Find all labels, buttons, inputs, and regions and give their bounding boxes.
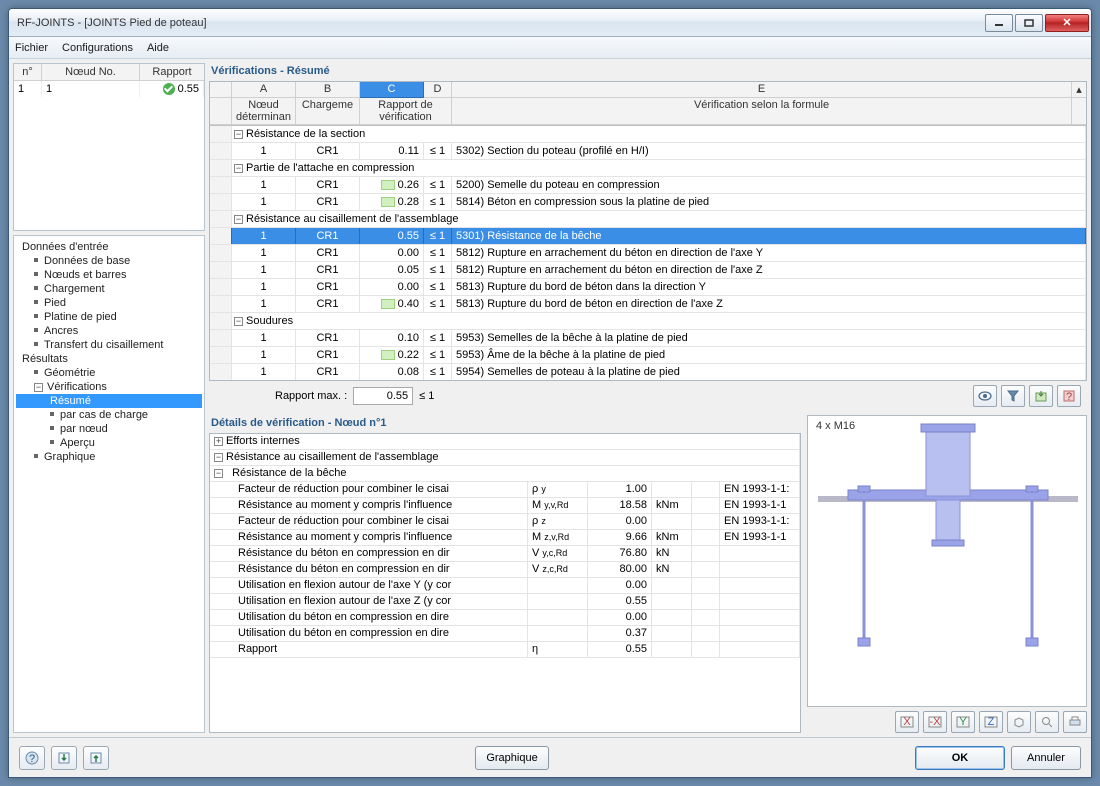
menu-file[interactable]: Fichier	[15, 42, 48, 54]
details-row: Utilisation en flexion autour de l'axe Z…	[210, 594, 800, 610]
export-icon[interactable]	[1029, 385, 1053, 407]
dialog-window: RF-JOINTS - [JOINTS Pied de poteau] ✕ Fi…	[8, 8, 1092, 778]
details-grid[interactable]: +Efforts internes−Résistance au cisaille…	[209, 433, 801, 733]
group-row[interactable]: −Partie de l'attache en compression	[210, 160, 1086, 177]
graph-button[interactable]: Graphique	[475, 746, 548, 770]
tree-input[interactable]: Données d'entrée	[16, 240, 202, 254]
table-row[interactable]: 1CR10.55≤ 15301) Résistance de la bêche	[210, 228, 1086, 245]
maximize-button[interactable]	[1015, 14, 1043, 32]
details-group[interactable]: − Résistance de la bêche	[210, 466, 800, 482]
node-ratio-table[interactable]: n° Nœud No. Rapport 1 1 0.55	[13, 63, 205, 231]
details-row: Résistance du béton en compression en di…	[210, 546, 800, 562]
details-row: Résistance du béton en compression en di…	[210, 562, 800, 578]
ratio-max-label: Rapport max. :	[275, 390, 347, 402]
svg-text:Z: Z	[988, 716, 995, 728]
svg-text:X: X	[903, 716, 911, 728]
group-row[interactable]: −Résistance au cisaillement de l'assembl…	[210, 211, 1086, 228]
table-row[interactable]: 1CR10.05≤ 15812) Rupture en arrachement …	[210, 262, 1086, 279]
table-row[interactable]: 1CR1 0.22≤ 15953) Âme de la bêche à la p…	[210, 347, 1086, 364]
table-row[interactable]: 1CR1 0.40≤ 15813) Rupture du bord de bét…	[210, 296, 1086, 313]
check-icon	[163, 83, 175, 95]
help-button[interactable]: ?	[19, 746, 45, 770]
view-y-icon[interactable]: Y	[951, 711, 975, 733]
table-row[interactable]: 1 1 0.55	[14, 81, 204, 97]
view-iso-icon[interactable]	[1007, 711, 1031, 733]
svg-text:-X: -X	[930, 716, 942, 728]
svg-text:?: ?	[1066, 391, 1072, 402]
table-row[interactable]: 1CR1 0.28≤ 15814) Béton en compression s…	[210, 194, 1086, 211]
export-button[interactable]	[83, 746, 109, 770]
tree-bycase[interactable]: par cas de charge	[16, 408, 202, 422]
table-row[interactable]: 1CR1 0.26≤ 15200) Semelle du poteau en c…	[210, 177, 1086, 194]
tree-results[interactable]: Résultats	[16, 352, 202, 366]
collapse-icon[interactable]: −	[34, 383, 43, 392]
menu-config[interactable]: Configurations	[62, 42, 133, 54]
details-title: Détails de vérification - Nœud n°1	[209, 415, 801, 433]
menu-help[interactable]: Aide	[147, 42, 169, 54]
table-row[interactable]: 1CR10.11≤ 15302) Section du poteau (prof…	[210, 143, 1086, 160]
verifications-title: Vérifications - Résumé	[209, 63, 1087, 81]
table-row[interactable]: 1CR10.00≤ 15812) Rupture en arrachement …	[210, 245, 1086, 262]
preview-label: 4 x M16	[816, 420, 855, 432]
ratio-max-input[interactable]	[353, 387, 413, 405]
tree-foot[interactable]: Pied	[16, 296, 202, 310]
tree-bynode[interactable]: par nœud	[16, 422, 202, 436]
col-ratio: Rapport	[140, 64, 204, 80]
details-row: Facteur de réduction pour combiner le ci…	[210, 482, 800, 498]
eye-icon[interactable]	[973, 385, 997, 407]
view-zoom-icon[interactable]	[1035, 711, 1059, 733]
details-row: Résistance au moment y compris l'influen…	[210, 530, 800, 546]
tree-verif[interactable]: −Vérifications	[16, 380, 202, 394]
tree-resume[interactable]: Résumé	[16, 394, 202, 408]
tree-overview[interactable]: Aperçu	[16, 436, 202, 450]
col-node: Nœud No.	[42, 64, 140, 80]
cancel-button[interactable]: Annuler	[1011, 746, 1081, 770]
tree-plate[interactable]: Platine de pied	[16, 310, 202, 324]
tree-geom[interactable]: Géométrie	[16, 366, 202, 380]
ok-button[interactable]: OK	[915, 746, 1005, 770]
svg-text:?: ?	[29, 753, 35, 765]
table-row[interactable]: 1CR10.00≤ 15813) Rupture du bord de béto…	[210, 279, 1086, 296]
details-row: Utilisation du béton en compression en d…	[210, 626, 800, 642]
close-button[interactable]: ✕	[1045, 14, 1089, 32]
scroll-up-icon[interactable]: ▴	[1072, 82, 1086, 98]
import-button[interactable]	[51, 746, 77, 770]
col-n: n°	[14, 64, 42, 80]
details-row: Utilisation en flexion autour de l'axe Y…	[210, 578, 800, 594]
table-row[interactable]: 1CR10.08≤ 15954) Semelles de poteau à la…	[210, 364, 1086, 380]
footer: ? Graphique OK Annuler	[9, 737, 1091, 777]
tree-anchors[interactable]: Ancres	[16, 324, 202, 338]
navigation-tree[interactable]: Données d'entrée Données de base Nœuds e…	[13, 235, 205, 733]
group-row[interactable]: −Résistance de la section	[210, 126, 1086, 143]
table-row[interactable]: 1CR10.10≤ 15953) Semelles de la bêche à …	[210, 330, 1086, 347]
details-row: Résistance au moment y compris l'influen…	[210, 498, 800, 514]
view-print-icon[interactable]	[1063, 711, 1087, 733]
details-row: Utilisation du béton en compression en d…	[210, 610, 800, 626]
details-group[interactable]: −Résistance au cisaillement de l'assembl…	[210, 450, 800, 466]
svg-text:Y: Y	[959, 716, 967, 728]
tree-nodes[interactable]: Nœuds et barres	[16, 268, 202, 282]
preview-canvas[interactable]: 4 x M16	[807, 415, 1087, 707]
verifications-grid[interactable]: A B C D E ▴ Nœud déterminan Chargeme Rap…	[209, 81, 1087, 381]
tree-graph[interactable]: Graphique	[16, 450, 202, 464]
tree-base[interactable]: Données de base	[16, 254, 202, 268]
view-neg-x-icon[interactable]: -X	[923, 711, 947, 733]
help-icon[interactable]: ?	[1057, 385, 1081, 407]
details-group[interactable]: +Efforts internes	[210, 434, 800, 450]
window-title: RF-JOINTS - [JOINTS Pied de poteau]	[17, 17, 983, 29]
tree-shear[interactable]: Transfert du cisaillement	[16, 338, 202, 352]
details-row: Rapportη0.55	[210, 642, 800, 658]
details-row: Facteur de réduction pour combiner le ci…	[210, 514, 800, 530]
view-z-icon[interactable]: Z	[979, 711, 1003, 733]
ratio-max-cond: ≤ 1	[419, 390, 434, 402]
group-row[interactable]: −Soudures	[210, 313, 1086, 330]
minimize-button[interactable]	[985, 14, 1013, 32]
menubar: Fichier Configurations Aide	[9, 37, 1091, 59]
titlebar[interactable]: RF-JOINTS - [JOINTS Pied de poteau] ✕	[9, 9, 1091, 37]
view-x-icon[interactable]: X	[895, 711, 919, 733]
tree-load[interactable]: Chargement	[16, 282, 202, 296]
filter-icon[interactable]	[1001, 385, 1025, 407]
